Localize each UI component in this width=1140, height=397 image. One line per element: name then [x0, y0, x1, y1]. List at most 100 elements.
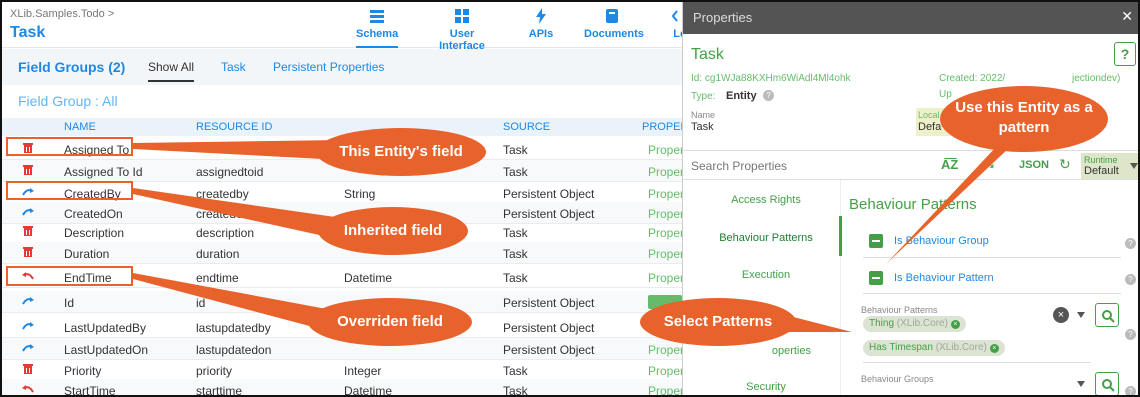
is-group-label: Is Behaviour Group — [894, 235, 989, 247]
table-row[interactable]: StartTime starttime Datetime Task Proper — [2, 379, 682, 397]
callout-overriden-field: Overriden field — [308, 298, 472, 346]
callout-use-as-pattern: Use this Entity as a pattern — [940, 86, 1108, 152]
col-name[interactable]: NAME — [64, 121, 96, 133]
remove-chip-icon[interactable]: × — [989, 344, 999, 353]
field-source: Task — [503, 247, 528, 261]
chevron-down-icon[interactable] — [1077, 312, 1085, 318]
delete-icon[interactable] — [22, 225, 34, 237]
field-name: StartTime — [64, 384, 116, 397]
remove-chip-icon[interactable]: × — [950, 320, 960, 329]
top-bar: XLib.Samples.Todo > Task Schema User Int… — [2, 2, 682, 52]
nav-lo[interactable]: Lo — [670, 8, 682, 48]
panel-header: Properties ✕ — [683, 2, 1138, 34]
document-icon — [606, 9, 618, 23]
sort-az-icon[interactable]: A͞Z — [941, 157, 958, 172]
inherit-icon[interactable] — [22, 206, 34, 218]
field-resource-id: duration — [196, 247, 240, 261]
search-properties-input[interactable]: Search Properties — [691, 159, 787, 173]
nav-behaviour-patterns[interactable]: Behaviour Patterns — [691, 232, 841, 244]
field-name: Id — [64, 296, 75, 310]
tab-persistent-properties[interactable]: Persistent Properties — [273, 60, 384, 74]
nav-security[interactable]: Security — [691, 381, 841, 393]
field-properties[interactable]: Proper — [648, 143, 682, 157]
refresh-icon[interactable]: ↻ — [1059, 156, 1071, 173]
override-icon[interactable] — [22, 383, 34, 395]
tab-show-all[interactable]: Show All — [148, 60, 195, 82]
properties-left-nav: Access Rights Behaviour Patterns Executi… — [691, 180, 841, 395]
name-field[interactable]: Task — [691, 121, 714, 133]
patterns-help-icon[interactable]: ? — [1125, 329, 1136, 340]
entity-title: Task — [691, 46, 724, 63]
table-row[interactable]: Priority priority Integer Task Proper — [2, 359, 682, 381]
nav-schema[interactable]: Schema — [356, 8, 398, 48]
behaviour-patterns-field-label: Behaviour Patterns — [861, 305, 938, 315]
field-properties[interactable]: Proper — [648, 207, 682, 221]
nav-execution[interactable]: Execution — [691, 269, 841, 281]
field-properties[interactable]: Proper — [648, 226, 682, 240]
nav-documents[interactable]: Documents — [584, 8, 644, 48]
inherit-icon[interactable] — [22, 295, 34, 307]
field-source: Persistent Object — [503, 207, 595, 221]
col-resource-id[interactable]: RESOURCE ID — [196, 121, 272, 133]
is-pattern-checkbox[interactable] — [869, 271, 883, 285]
field-source: Task — [503, 271, 528, 285]
field-resource-id: createdo — [196, 207, 243, 221]
expand-icon[interactable]: ↘ — [985, 157, 995, 171]
chip-has-timespan[interactable]: Has Timespan (XLib.Core) × — [863, 340, 1005, 356]
search-patterns-button[interactable] — [1095, 303, 1119, 327]
inherit-icon[interactable] — [22, 320, 34, 332]
delete-icon[interactable] — [22, 363, 34, 375]
field-name: LastUpdatedBy — [64, 321, 147, 335]
field-properties[interactable]: Proper — [648, 384, 682, 395]
close-icon[interactable]: ✕ — [1121, 8, 1133, 25]
is-group-help-icon[interactable]: ? — [1125, 238, 1136, 249]
field-resource-id: lastupdatedon — [196, 343, 272, 357]
clear-icon[interactable]: × — [1053, 307, 1069, 323]
json-button[interactable]: JSON — [1019, 159, 1049, 171]
search-icon — [1102, 310, 1115, 323]
breadcrumb[interactable]: XLib.Samples.Todo > — [10, 8, 114, 20]
field-resource-id: starttime — [196, 384, 243, 397]
panel-title: Properties — [693, 10, 753, 25]
chip-thing[interactable]: Thing (XLib.Core) × — [863, 316, 966, 332]
groups-help-icon[interactable]: ? — [1125, 386, 1136, 395]
entity-id: Id: cg1WJa88KXHm6WiAdl4Ml4ohk — [691, 73, 851, 84]
field-source: Task — [503, 364, 528, 378]
chevron-down-icon[interactable] — [1077, 381, 1085, 387]
nav-user-interface[interactable]: User Interface — [426, 8, 498, 52]
behaviour-patterns-title: Behaviour Patterns — [849, 196, 977, 213]
highlight-endtime — [6, 266, 133, 286]
type-help-icon[interactable]: ? — [763, 90, 774, 101]
lightning-icon — [536, 8, 546, 24]
field-properties[interactable]: Proper — [648, 343, 682, 357]
runtime-select[interactable]: Runtime Default — [1081, 153, 1138, 179]
nav-access-rights[interactable]: Access Rights — [691, 194, 841, 206]
field-properties[interactable]: Proper — [648, 165, 682, 179]
search-properties-bar: Search Properties A͞Z ↘ JSON ↻ Runtime D… — [683, 150, 1138, 180]
nav-apis[interactable]: APIs — [528, 8, 554, 48]
field-resource-id: lastupdatedby — [196, 321, 271, 335]
field-groups-title: Field Groups (2) — [18, 59, 126, 75]
field-name: LastUpdatedOn — [64, 343, 149, 357]
field-properties[interactable]: Proper — [648, 364, 682, 378]
is-pattern-help-icon[interactable]: ? — [1125, 274, 1136, 285]
field-groups-bar: Field Groups (2) Show All Task Persisten… — [2, 49, 682, 85]
search-groups-button[interactable] — [1095, 372, 1119, 395]
col-source[interactable]: SOURCE — [503, 121, 550, 133]
field-properties[interactable]: Proper — [648, 187, 682, 201]
local-value: Defa — [918, 121, 942, 133]
nav-properties[interactable]: operties — [691, 345, 841, 357]
col-properties[interactable]: PROPER — [642, 121, 682, 133]
is-group-checkbox[interactable] — [869, 234, 883, 248]
help-button[interactable]: ? — [1114, 42, 1136, 66]
field-name: Priority — [64, 364, 102, 378]
delete-icon[interactable] — [22, 246, 34, 258]
field-properties[interactable]: Proper — [648, 247, 682, 261]
tab-task[interactable]: Task — [221, 60, 246, 74]
field-properties[interactable]: Proper — [648, 271, 682, 285]
created-text: Created: 2022/ — [939, 73, 1006, 84]
name-label: Name — [691, 110, 716, 120]
field-resource-id: description — [196, 226, 255, 240]
delete-icon[interactable] — [22, 164, 34, 176]
inherit-icon[interactable] — [22, 342, 34, 354]
